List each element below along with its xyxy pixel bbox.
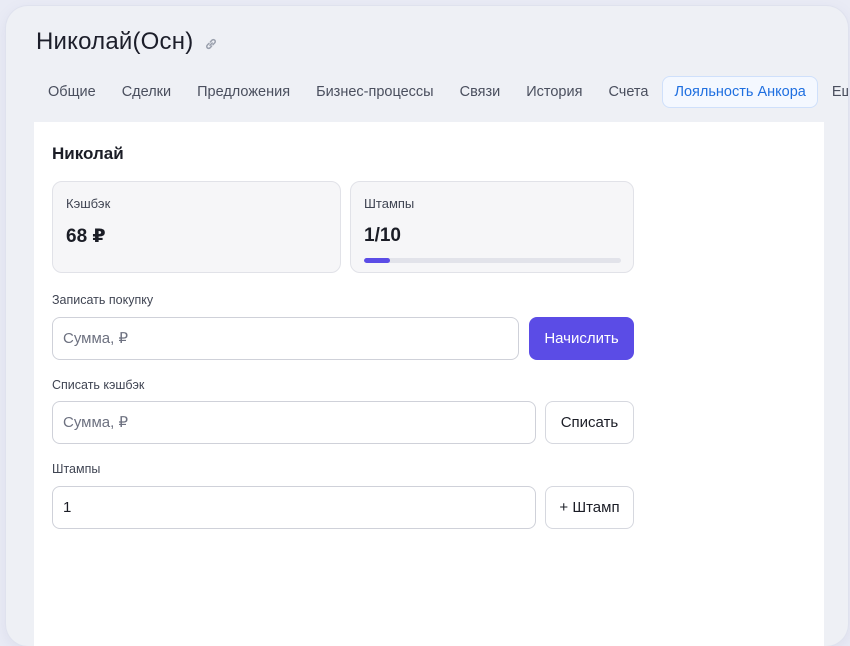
- write-off-amount-input[interactable]: [52, 401, 536, 444]
- add-stamp-button[interactable]: + Штамп: [545, 486, 634, 529]
- page-header: Николай(Осн): [36, 28, 218, 56]
- tab-more-label: Еще: [831, 84, 848, 100]
- tab-general[interactable]: Общие: [36, 76, 108, 108]
- write-off-label: Списать кэшбэк: [52, 378, 145, 392]
- stamps-count-input[interactable]: [52, 486, 536, 529]
- page-title: Николай(Осн): [36, 28, 194, 55]
- tab-links[interactable]: Связи: [448, 76, 513, 108]
- tab-bar: Общие Сделки Предложения Бизнес-процессы…: [36, 76, 848, 108]
- loyalty-panel: Николай Кэшбэк 68 ₽ Штампы 1/10 Записать…: [34, 122, 824, 646]
- cashback-value: 68 ₽: [66, 226, 106, 247]
- stamps-value: 1/10: [364, 225, 401, 246]
- tab-invoices[interactable]: Счета: [596, 76, 660, 108]
- record-purchase-label: Записать покупку: [52, 293, 154, 307]
- crm-window: Николай(Осн) Общие Сделки Предложения Би…: [6, 6, 848, 646]
- write-off-button[interactable]: Списать: [545, 401, 634, 444]
- profile-name: Николай: [52, 144, 124, 163]
- cashback-label: Кэшбэк: [66, 196, 111, 211]
- tab-offers[interactable]: Предложения: [185, 76, 302, 108]
- stamps-card: Штампы 1/10: [350, 181, 634, 273]
- tab-more[interactable]: Еще: [820, 76, 848, 108]
- purchase-amount-input[interactable]: [52, 317, 519, 360]
- tab-history[interactable]: История: [514, 76, 594, 108]
- tab-loyalty-ankor[interactable]: Лояльность Анкора: [662, 76, 818, 108]
- stamps-progress-bar: [364, 258, 621, 263]
- stamps-label: Штампы: [364, 196, 415, 211]
- stamps-progress-fill: [364, 258, 390, 263]
- cashback-card: Кэшбэк 68 ₽: [52, 181, 341, 273]
- stamps-section-label: Штампы: [52, 462, 101, 476]
- tab-business-processes[interactable]: Бизнес-процессы: [304, 76, 446, 108]
- accrue-button[interactable]: Начислить: [529, 317, 634, 360]
- tab-deals[interactable]: Сделки: [110, 76, 183, 108]
- link-icon[interactable]: [204, 37, 218, 51]
